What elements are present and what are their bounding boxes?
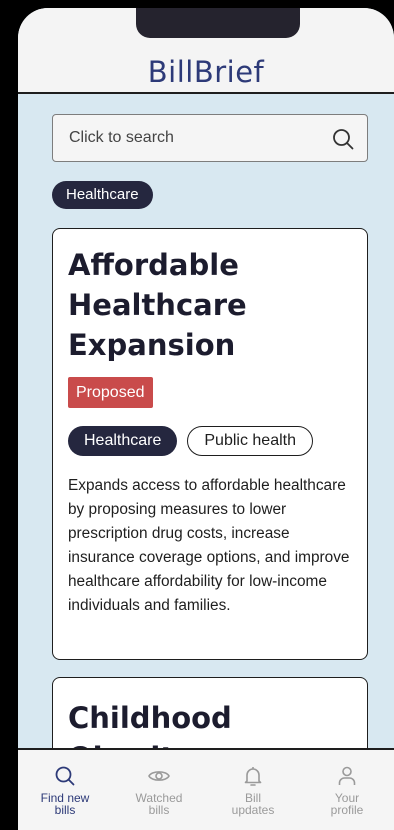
search-input[interactable]: Click to search xyxy=(52,114,368,162)
eye-icon xyxy=(148,771,170,781)
device-notch xyxy=(136,8,300,38)
filter-chip-healthcare[interactable]: Healthcare xyxy=(52,181,153,209)
status-badge: Proposed xyxy=(68,377,153,408)
nav-label: Watched bills xyxy=(135,791,183,817)
nav-your-profile[interactable]: Your profile xyxy=(300,750,394,830)
nav-label: Your profile xyxy=(330,791,364,817)
bill-card[interactable]: Affordable Healthcare Expansion Proposed… xyxy=(52,228,368,660)
user-icon xyxy=(338,766,356,785)
search-placeholder: Click to search xyxy=(69,129,174,146)
tag-chip-healthcare[interactable]: Healthcare xyxy=(68,426,178,456)
bell-icon xyxy=(244,767,262,786)
search-icon xyxy=(55,766,75,786)
nav-bill-updates[interactable]: Bill updates xyxy=(206,750,300,830)
app-screen: BillBrief Click to search Healthcare Aff… xyxy=(18,8,394,830)
nav-label: Find new bills xyxy=(40,791,90,817)
nav-find-new-bills[interactable]: Find new bills xyxy=(18,750,112,830)
bill-title: Affordable Healthcare Expansion xyxy=(68,248,247,362)
bill-description: Expands access to affordable healthcare … xyxy=(68,477,350,614)
tag-chip-public-health[interactable]: Public health xyxy=(187,426,313,456)
nav-label: Bill updates xyxy=(231,791,275,817)
search-icon[interactable] xyxy=(331,127,355,151)
app-title: BillBrief xyxy=(147,55,265,89)
phone-frame: BillBrief Click to search Healthcare Aff… xyxy=(8,0,394,830)
bill-tags: Healthcare Public health xyxy=(68,426,313,456)
nav-watched-bills[interactable]: Watched bills xyxy=(112,750,206,830)
bottom-nav: Find new bills Watched bills Bill update… xyxy=(18,748,394,830)
